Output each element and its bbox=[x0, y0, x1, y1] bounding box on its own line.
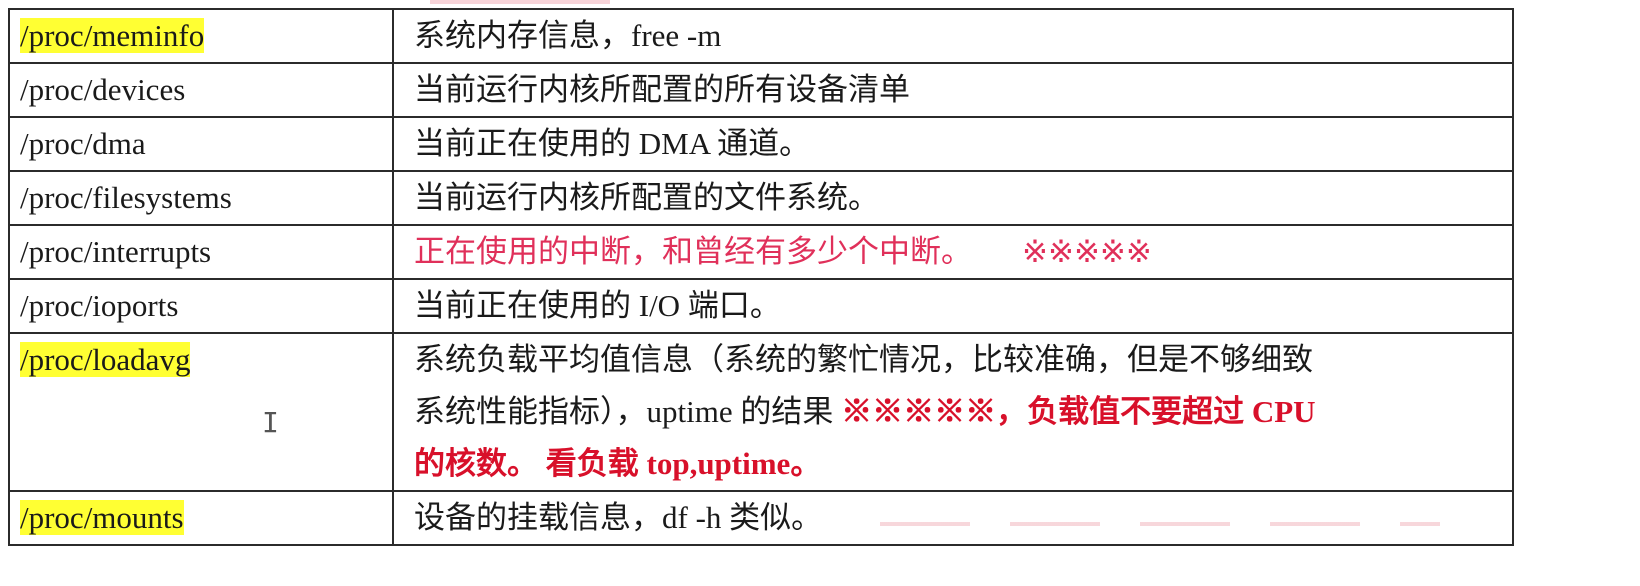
description-cell: 当前运行内核所配置的文件系统。 bbox=[392, 170, 1514, 226]
path-text: /proc/filesystems bbox=[20, 180, 232, 215]
description-cell: 系统负载平均值信息（系统的繁忙情况，比较准确，但是不够细致 系统性能指标），up… bbox=[392, 332, 1514, 492]
path-text: /proc/mounts bbox=[20, 500, 184, 535]
path-text: /proc/loadavg bbox=[20, 342, 191, 377]
path-cell: /proc/devices bbox=[8, 62, 394, 118]
table-row: /proc/interrupts 正在使用的中断，和曾经有多少个中断。 ※※※※※ bbox=[8, 224, 1514, 280]
path-cell: /proc/filesystems bbox=[8, 170, 394, 226]
path-text: /proc/dma bbox=[20, 126, 146, 161]
description-text: 当前运行内核所配置的文件系统。 bbox=[414, 180, 879, 215]
description-text: 设备的挂载信息，df -h 类似。 bbox=[414, 500, 823, 535]
path-text: /proc/ioports bbox=[20, 288, 179, 323]
table-row: /proc/filesystems 当前运行内核所配置的文件系统。 bbox=[8, 170, 1514, 226]
importance-stars: ※※※※※ bbox=[1022, 234, 1152, 269]
path-cell: /proc/interrupts bbox=[8, 224, 394, 280]
table-row: /proc/loadavg 系统负载平均值信息（系统的繁忙情况，比较准确，但是不… bbox=[8, 332, 1514, 492]
description-cell: 系统内存信息，free -m bbox=[392, 8, 1514, 64]
path-text: /proc/devices bbox=[20, 72, 186, 107]
path-cell: /proc/mounts bbox=[8, 490, 394, 546]
path-text: /proc/meminfo bbox=[20, 18, 205, 53]
description-text: 当前正在使用的 DMA 通道。 bbox=[414, 126, 811, 161]
proc-files-table: /proc/meminfo 系统内存信息，free -m /proc/devic… bbox=[8, 8, 1514, 546]
table-row: /proc/ioports 当前正在使用的 I/O 端口。 bbox=[8, 278, 1514, 334]
description-line-2-emphasis: ※※※※※，负载值不要超过 CPU bbox=[841, 394, 1316, 429]
description-cell: 设备的挂载信息，df -h 类似。 bbox=[392, 490, 1514, 546]
description-text: 系统内存信息，free -m bbox=[414, 18, 722, 53]
table-row: /proc/mounts 设备的挂载信息，df -h 类似。 bbox=[8, 490, 1514, 546]
description-line-2: 系统性能指标），uptime 的结果 ※※※※※，负载值不要超过 CPU bbox=[414, 386, 1502, 438]
description-line-1: 系统负载平均值信息（系统的繁忙情况，比较准确，但是不够细致 bbox=[414, 342, 1313, 377]
description-text: 正在使用的中断，和曾经有多少个中断。 bbox=[414, 234, 972, 269]
description-cell: 正在使用的中断，和曾经有多少个中断。 ※※※※※ bbox=[392, 224, 1514, 280]
description-text: 当前运行内核所配置的所有设备清单 bbox=[414, 72, 910, 107]
table-row: /proc/meminfo 系统内存信息，free -m bbox=[8, 8, 1514, 64]
description-cell: 当前正在使用的 DMA 通道。 bbox=[392, 116, 1514, 172]
description-cell: 当前正在使用的 I/O 端口。 bbox=[392, 278, 1514, 334]
previous-row-fragment bbox=[430, 0, 610, 4]
table-row: /proc/devices 当前运行内核所配置的所有设备清单 bbox=[8, 62, 1514, 118]
table-row: /proc/dma 当前正在使用的 DMA 通道。 bbox=[8, 116, 1514, 172]
path-cell: /proc/loadavg bbox=[8, 332, 394, 492]
path-cell: /proc/dma bbox=[8, 116, 394, 172]
path-text: /proc/interrupts bbox=[20, 234, 212, 269]
text-cursor-icon: I bbox=[262, 406, 279, 439]
path-cell: /proc/ioports bbox=[8, 278, 394, 334]
description-line-3: 的核数。 看负载 top,uptime。 bbox=[414, 446, 822, 481]
faded-underline-fragment bbox=[880, 522, 1440, 526]
path-cell: /proc/meminfo bbox=[8, 8, 394, 64]
description-line-2-plain: 系统性能指标），uptime 的结果 bbox=[414, 394, 842, 429]
description-cell: 当前运行内核所配置的所有设备清单 bbox=[392, 62, 1514, 118]
description-text: 当前正在使用的 I/O 端口。 bbox=[414, 288, 781, 323]
